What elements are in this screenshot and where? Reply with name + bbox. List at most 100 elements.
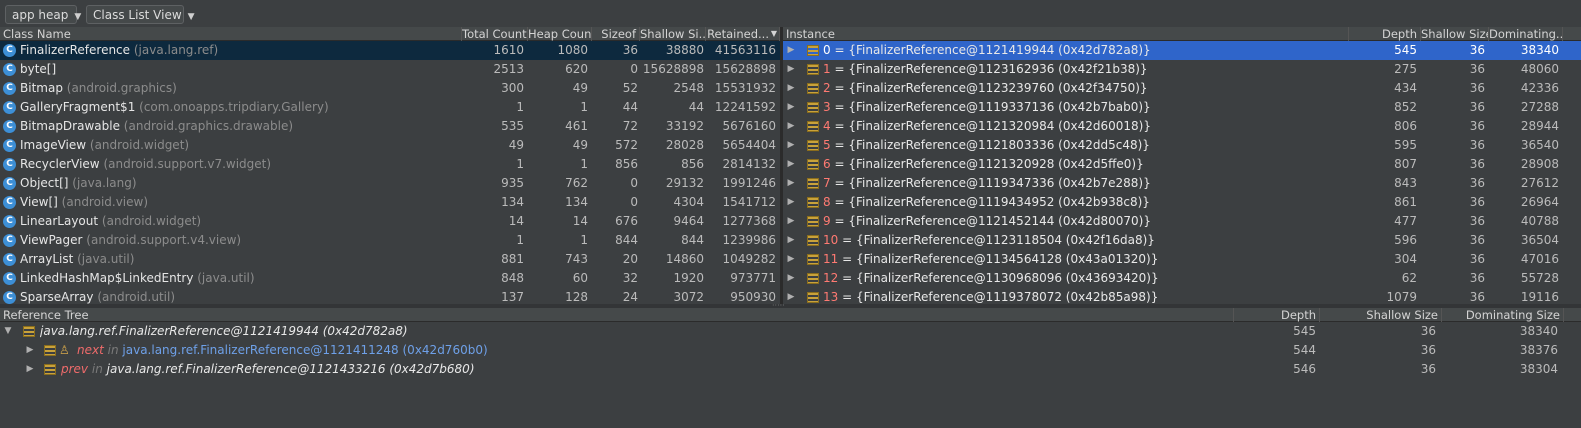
col-instance-shallow[interactable]: Shallow Size <box>1421 27 1489 41</box>
col-instance[interactable]: Instance <box>783 27 1349 41</box>
instance-row[interactable]: ▶ 6 = {FinalizerReference@1121320928 (0x4… <box>783 155 1581 174</box>
class-name-cell: ViewPager (android.support.v4.view) <box>20 231 460 250</box>
shallow-size: 38880 <box>665 43 704 57</box>
collapsed-triangle-icon[interactable]: ▶ <box>786 136 796 155</box>
instance-shallow: 36 <box>1469 195 1485 209</box>
class-name: GalleryFragment$1 <box>20 100 136 114</box>
expanded-triangle-icon[interactable]: ▼ <box>3 322 13 341</box>
heap-count: 49 <box>572 138 588 152</box>
view-select[interactable]: Class List View ▼ <box>86 5 195 24</box>
instance-ref: = {FinalizerReference@1130968096 (0x4369… <box>842 271 1159 285</box>
instance-label: 5 = {FinalizerReference@1121803336 (0x42… <box>823 136 1343 155</box>
instance-ref: = {FinalizerReference@1121803336 (0x42dd… <box>834 138 1150 152</box>
heap-select[interactable]: app heap ▼ <box>5 5 81 24</box>
total-count: 535 <box>501 119 524 133</box>
collapsed-triangle-icon[interactable]: ▶ <box>786 174 796 193</box>
collapsed-triangle-icon[interactable]: ▶ <box>786 155 796 174</box>
instance-row[interactable]: ▶ 7 = {FinalizerReference@1119347336 (0x4… <box>783 174 1581 193</box>
col-ref-dominating[interactable]: Dominating Size <box>1442 308 1564 322</box>
col-class-name[interactable]: Class Name <box>0 27 462 41</box>
collapsed-triangle-icon[interactable]: ▶ <box>25 360 35 379</box>
instance-shallow: 36 <box>1469 214 1485 228</box>
collapsed-triangle-icon[interactable]: ▶ <box>786 98 796 117</box>
instance-row[interactable]: ▶ 12 = {FinalizerReference@1130968096 (0x… <box>783 269 1581 288</box>
class-row[interactable]: C ImageView (android.widget) 49 49 572 28028 5… <box>0 136 780 155</box>
instance-row[interactable]: ▶ 3 = {FinalizerReference@1119337136 (0x4… <box>783 98 1581 117</box>
shallow-size: 14860 <box>665 252 704 266</box>
object-icon <box>807 121 819 132</box>
instance-row[interactable]: ▶ 2 = {FinalizerReference@1123239760 (0x4… <box>783 79 1581 98</box>
instance-ref: = {FinalizerReference@1119347336 (0x42b7… <box>834 176 1151 190</box>
heap-count: 1080 <box>557 43 588 57</box>
col-total-count[interactable]: Total Count <box>462 27 528 41</box>
shallow-size: 44 <box>688 100 704 114</box>
collapsed-triangle-icon[interactable]: ▶ <box>786 60 796 79</box>
tree-child-label: prev in java.lang.ref.FinalizerReference… <box>61 360 1221 379</box>
collapsed-triangle-icon[interactable]: ▶ <box>786 269 796 288</box>
object-icon <box>807 178 819 189</box>
col-ref-shallow[interactable]: Shallow Size <box>1320 308 1442 322</box>
class-row[interactable]: C ViewPager (android.support.v4.view) 1 1 84… <box>0 231 780 250</box>
class-row[interactable]: C RecyclerView (android.support.v7.widget… <box>0 155 780 174</box>
instance-row[interactable]: ▶ 5 = {FinalizerReference@1121803336 (0x4… <box>783 136 1581 155</box>
class-name-cell: ArrayList (java.util) <box>20 250 460 269</box>
class-row[interactable]: C LinkedHashMap$LinkedEntry (java.util) 84… <box>0 269 780 288</box>
heap-select-value: app heap <box>12 8 69 22</box>
sizeof: 32 <box>622 271 638 285</box>
collapsed-triangle-icon[interactable]: ▶ <box>786 231 796 250</box>
sort-desc-icon: ▼ <box>770 29 777 38</box>
instance-dominating: 47016 <box>1520 252 1559 266</box>
instance-label: 1 = {FinalizerReference@1123162936 (0x42… <box>823 60 1343 79</box>
col-heap-count[interactable]: Heap Count <box>528 27 592 41</box>
instance-dominating: 48060 <box>1520 62 1559 76</box>
class-row[interactable]: Cbyte[] 2513 620 0 15628898 15628898 <box>0 60 780 79</box>
instance-row[interactable]: ▶ 4 = {FinalizerReference@1121320984 (0x4… <box>783 117 1581 136</box>
instance-row[interactable]: ▶ 1 = {FinalizerReference@1123162936 (0x4… <box>783 60 1581 79</box>
instance-row[interactable]: ▶ 10 = {FinalizerReference@1123118504 (0x… <box>783 231 1581 250</box>
collapsed-triangle-icon[interactable]: ▶ <box>786 250 796 269</box>
tree-dominating: 38340 <box>1519 324 1558 338</box>
collapsed-triangle-icon[interactable]: ▶ <box>786 193 796 212</box>
instance-index: 1 <box>823 62 831 76</box>
col-depth[interactable]: Depth <box>1349 27 1421 41</box>
class-row[interactable]: C Bitmap (android.graphics) 300 49 52 2548 155… <box>0 79 780 98</box>
class-row[interactable]: C BitmapDrawable (android.graphics.drawab… <box>0 117 780 136</box>
instance-row[interactable]: ▶ 0 = {FinalizerReference@1121419944 (0x4… <box>783 41 1581 60</box>
heap-count: 762 <box>565 176 588 190</box>
tree-root-row[interactable]: ▼ java.lang.ref.FinalizerReference@11214… <box>0 322 1581 341</box>
reference-target[interactable]: java.lang.ref.FinalizerReference@1121433… <box>107 362 475 376</box>
collapsed-triangle-icon[interactable]: ▶ <box>25 341 35 360</box>
class-row[interactable]: C Object[] (java.lang) 935 762 0 29132 1991246 <box>0 174 780 193</box>
sizeof: 72 <box>622 119 638 133</box>
col-sizeof[interactable]: Sizeof <box>592 27 640 41</box>
collapsed-triangle-icon[interactable]: ▶ <box>786 41 796 60</box>
instance-shallow: 36 <box>1469 119 1485 133</box>
instance-row[interactable]: ▶ 9 = {FinalizerReference@1121452144 (0x4… <box>783 212 1581 231</box>
reference-target[interactable]: java.lang.ref.FinalizerReference@1121411… <box>122 343 487 357</box>
class-row[interactable]: C FinalizerReference (java.lang.ref) 1610 1… <box>0 41 780 60</box>
object-icon <box>807 216 819 227</box>
class-row[interactable]: C View[] (android.view) 134 134 0 4304 1541712 <box>0 193 780 212</box>
retained-size: 5654404 <box>722 138 776 152</box>
class-row[interactable]: C LinearLayout (android.widget) 14 14 676 946… <box>0 212 780 231</box>
col-retained[interactable]: Retained... ▼ <box>706 27 780 41</box>
instance-shallow: 36 <box>1469 271 1485 285</box>
instance-dominating: 36504 <box>1520 233 1559 247</box>
instance-row[interactable]: ▶ 8 = {FinalizerReference@1119434952 (0x4… <box>783 193 1581 212</box>
col-dominating[interactable]: Dominating... <box>1489 27 1563 41</box>
collapsed-triangle-icon[interactable]: ▶ <box>786 212 796 231</box>
collapsed-triangle-icon[interactable]: ▶ <box>786 117 796 136</box>
instance-index: 12 <box>823 271 839 285</box>
collapsed-triangle-icon[interactable]: ▶ <box>786 79 796 98</box>
class-package: (android.view) <box>61 195 149 209</box>
class-row[interactable]: C ArrayList (java.util) 881 743 20 14860 10492… <box>0 250 780 269</box>
class-row[interactable]: C GalleryFragment$1 (com.onoapps.tripdiar… <box>0 98 780 117</box>
tree-child-row[interactable]: ▶ ♙ next in java.lang.ref.FinalizerRefer… <box>0 341 1581 360</box>
instance-index: 0 <box>823 43 831 57</box>
col-ref-depth[interactable]: Depth <box>1234 308 1320 322</box>
tree-child-row[interactable]: ▶ prev in java.lang.ref.FinalizerReferen… <box>0 360 1581 379</box>
col-shallow-size[interactable]: Shallow Si... <box>640 27 706 41</box>
instance-index: 4 <box>823 119 831 133</box>
instance-row[interactable]: ▶ 11 = {FinalizerReference@1134564128 (0x… <box>783 250 1581 269</box>
col-reference-tree[interactable]: Reference Tree <box>0 308 1234 322</box>
